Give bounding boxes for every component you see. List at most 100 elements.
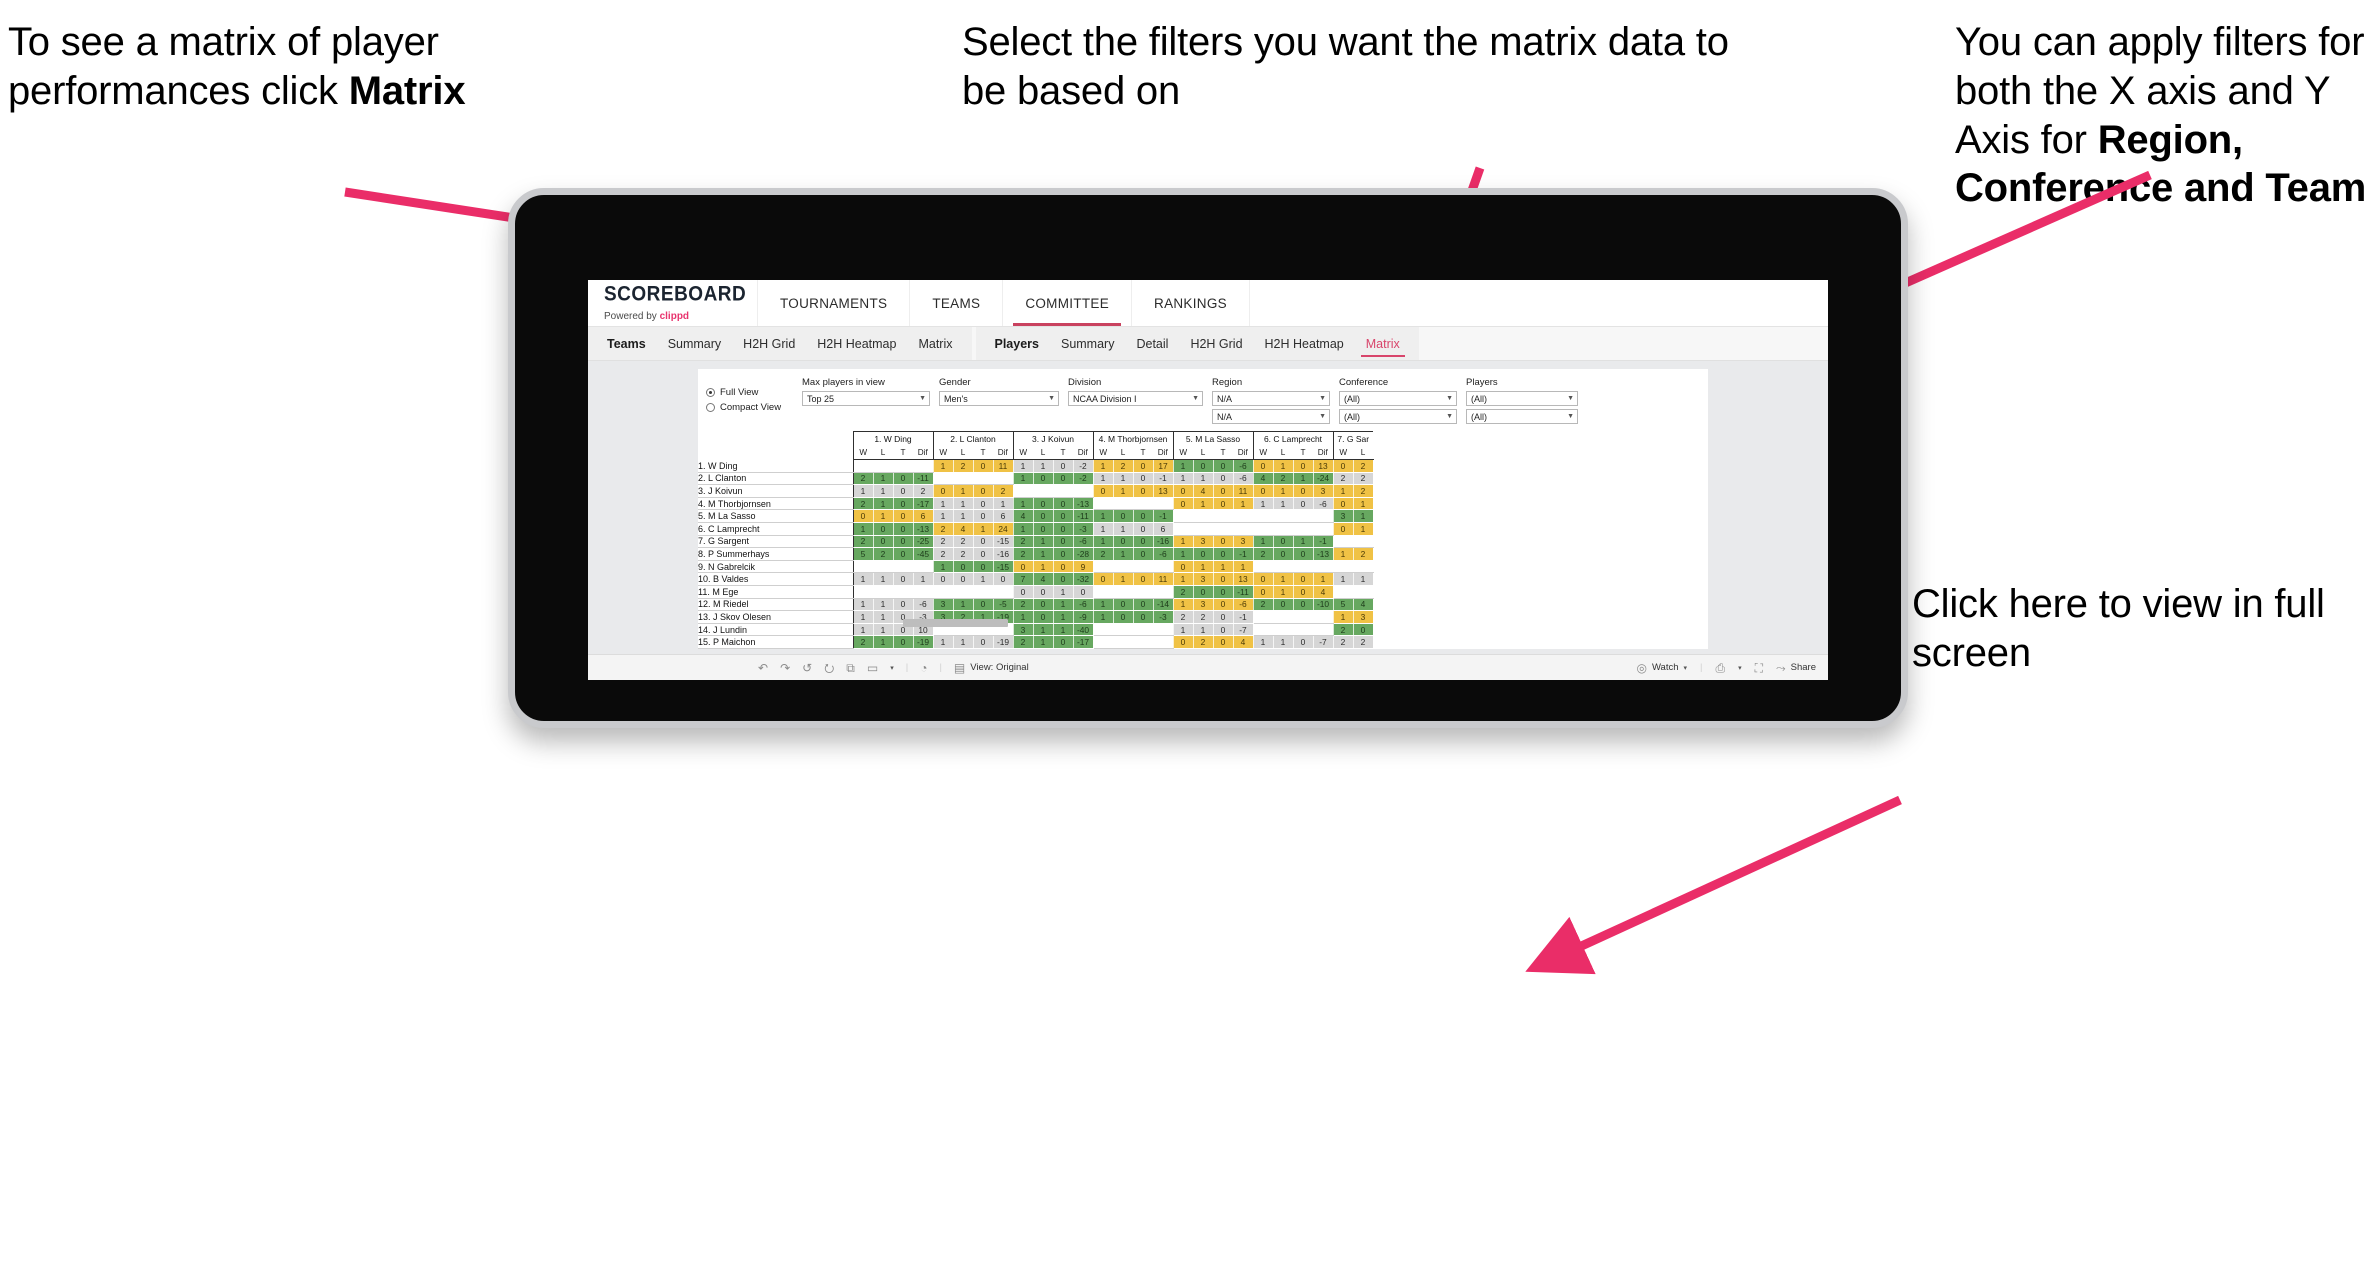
matrix-cell[interactable]: 11 <box>993 459 1014 473</box>
matrix-cell[interactable]: -11 <box>913 472 934 486</box>
matrix-cell[interactable]: 1 <box>1293 535 1314 549</box>
matrix-cell[interactable]: 1 <box>1033 635 1054 649</box>
matrix-cell[interactable]: 2 <box>1012 535 1034 549</box>
matrix-cell[interactable]: 2 <box>1193 635 1214 649</box>
matrix-cell[interactable]: 0 <box>973 598 994 612</box>
horizontal-scrollbar[interactable] <box>808 619 1818 627</box>
matrix-cell[interactable]: 2 <box>932 547 954 561</box>
matrix-cell[interactable]: -25 <box>913 535 934 549</box>
matrix-cell[interactable]: 0 <box>1273 598 1294 612</box>
matrix-cell[interactable]: 1 <box>1053 598 1074 612</box>
select-players-y[interactable]: (All) ▼ <box>1466 409 1578 424</box>
matrix-cell[interactable]: 0 <box>1293 648 1314 649</box>
matrix-cell[interactable]: 1 <box>932 560 954 574</box>
matrix-cell[interactable]: 0 <box>1293 635 1314 649</box>
matrix-cell[interactable]: 1 <box>1273 572 1294 586</box>
matrix-cell[interactable]: 0 <box>1133 547 1154 561</box>
select-players-x[interactable]: (All) ▼ <box>1466 391 1578 406</box>
matrix-cell[interactable]: 0 <box>873 522 894 536</box>
matrix-cell[interactable]: 2 <box>1252 598 1274 612</box>
matrix-cell[interactable]: 9 <box>1073 560 1094 574</box>
matrix-cell[interactable]: 1 <box>852 484 874 498</box>
matrix-cell[interactable]: 1 <box>873 648 894 649</box>
matrix-cell[interactable]: -1 <box>1153 509 1174 523</box>
matrix-cell[interactable]: 1 <box>1213 560 1234 574</box>
matrix-cell[interactable]: 0 <box>993 572 1014 586</box>
matrix-cell[interactable]: 3 <box>1332 509 1354 523</box>
matrix-cell[interactable]: 4 <box>1353 598 1374 612</box>
matrix-cell[interactable]: 3 <box>1313 484 1334 498</box>
matrix-cell[interactable]: 0 <box>1073 585 1094 599</box>
matrix-cell[interactable]: 1 <box>1193 560 1214 574</box>
matrix-cell[interactable]: -1 <box>1233 547 1254 561</box>
matrix-cell[interactable]: -15 <box>993 535 1014 549</box>
matrix-cell[interactable]: 2 <box>1273 472 1294 486</box>
matrix-cell[interactable]: 2 <box>1012 547 1034 561</box>
matrix-cell[interactable]: 0 <box>973 484 994 498</box>
tab-players-h2h-heatmap[interactable]: H2H Heatmap <box>1254 327 1355 360</box>
matrix-cell[interactable]: 0 <box>1133 522 1154 536</box>
matrix-cell[interactable]: 1 <box>873 572 894 586</box>
tab-players-detail[interactable]: Detail <box>1125 327 1179 360</box>
matrix-cell[interactable]: -28 <box>1073 547 1094 561</box>
matrix-cell[interactable]: 0 <box>1092 572 1114 586</box>
matrix-cell[interactable]: 0 <box>1053 509 1074 523</box>
nav-teams[interactable]: TEAMS <box>910 280 1004 326</box>
matrix-cell[interactable]: 1 <box>1092 535 1114 549</box>
matrix-cell[interactable]: 0 <box>973 560 994 574</box>
matrix-cell[interactable]: -16 <box>993 547 1014 561</box>
matrix-cell[interactable] <box>953 585 974 599</box>
matrix-cell[interactable]: 2 <box>873 547 894 561</box>
matrix-cell[interactable]: 2 <box>1092 547 1114 561</box>
select-region-y[interactable]: N/A ▼ <box>1212 409 1330 424</box>
matrix-cell[interactable]: 2 <box>932 648 954 649</box>
matrix-cell[interactable]: 4 <box>1313 585 1334 599</box>
nav-committee[interactable]: COMMITTEE <box>1003 280 1133 326</box>
matrix-cell[interactable]: 0 <box>1033 472 1054 486</box>
select-conference-x[interactable]: (All) ▼ <box>1339 391 1457 406</box>
matrix-cell[interactable]: 0 <box>1133 572 1154 586</box>
matrix-cell[interactable]: 4 <box>1233 635 1254 649</box>
matrix-cell[interactable] <box>1273 509 1294 523</box>
matrix-cell[interactable] <box>1153 585 1174 599</box>
matrix-cell[interactable]: 0 <box>932 484 954 498</box>
matrix-cell[interactable]: 0 <box>1172 560 1194 574</box>
matrix-cell[interactable] <box>913 560 934 574</box>
matrix-cell[interactable]: 1 <box>932 497 954 511</box>
matrix-cell[interactable]: 1 <box>1092 522 1114 536</box>
matrix-cell[interactable]: 0 <box>1193 547 1214 561</box>
revert-icon[interactable]: ↺ <box>802 662 812 674</box>
matrix-cell[interactable]: -6 <box>1233 472 1254 486</box>
matrix-cell[interactable]: 0 <box>1133 535 1154 549</box>
matrix-cell[interactable]: 1 <box>1012 497 1034 511</box>
matrix-cell[interactable]: 4 <box>1012 509 1034 523</box>
matrix-cell[interactable] <box>1293 522 1314 536</box>
matrix-cell[interactable]: -1 <box>1313 535 1334 549</box>
matrix-cell[interactable]: 2 <box>1332 472 1354 486</box>
matrix-cell[interactable]: -6 <box>1233 459 1254 473</box>
matrix-cell[interactable]: -19 <box>993 635 1014 649</box>
tab-teams-matrix[interactable]: Matrix <box>907 327 963 360</box>
matrix-cell[interactable] <box>1313 509 1334 523</box>
matrix-cell[interactable] <box>893 560 914 574</box>
refresh-data-icon[interactable]: ⭮ <box>824 662 834 674</box>
matrix-cell[interactable] <box>1293 509 1314 523</box>
matrix-cell[interactable]: 0 <box>1252 572 1274 586</box>
matrix-cell[interactable]: 0 <box>973 635 994 649</box>
matrix-cell[interactable]: 0 <box>1133 598 1154 612</box>
matrix-cell[interactable] <box>852 459 874 473</box>
matrix-cell[interactable] <box>973 585 994 599</box>
matrix-cell[interactable] <box>1133 560 1154 574</box>
matrix-cell[interactable]: -24 <box>1313 472 1334 486</box>
matrix-cell[interactable]: 1 <box>1353 497 1374 511</box>
matrix-cell[interactable]: 0 <box>1293 585 1314 599</box>
matrix-cell[interactable] <box>913 585 934 599</box>
matrix-cell[interactable]: 11 <box>1233 484 1254 498</box>
watch-button[interactable]: ◎ Watch ▾ <box>1636 662 1687 674</box>
matrix-cell[interactable]: 2 <box>852 472 874 486</box>
matrix-cell[interactable]: 6 <box>1153 522 1174 536</box>
matrix-cell[interactable]: 0 <box>893 522 914 536</box>
tab-teams-h2h-heatmap[interactable]: H2H Heatmap <box>806 327 907 360</box>
matrix-cell[interactable]: 0 <box>1033 497 1054 511</box>
matrix-cell[interactable] <box>953 472 974 486</box>
